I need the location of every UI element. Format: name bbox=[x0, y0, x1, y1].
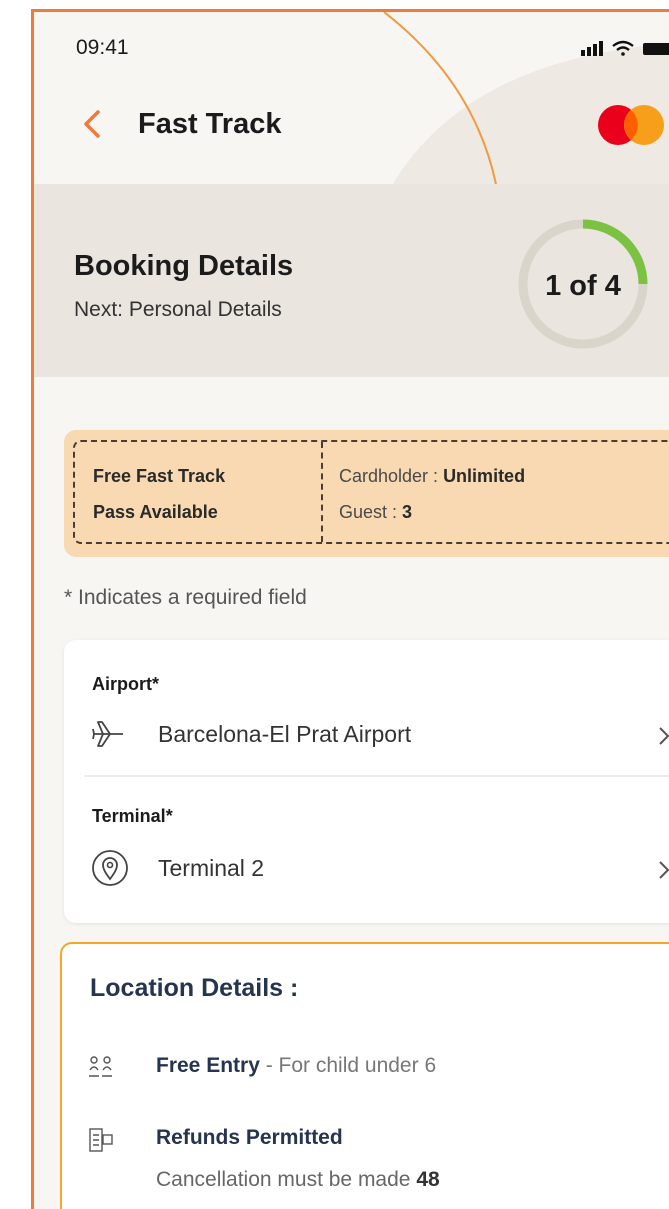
cancellation-text: Cancellation must be made bbox=[156, 1168, 417, 1191]
field-divider bbox=[84, 775, 669, 777]
required-field-note: * Indicates a required field bbox=[64, 586, 307, 609]
phone-screen: 09:41 Fast Track Booking Details Next: P… bbox=[31, 9, 669, 1209]
status-icons bbox=[581, 40, 669, 56]
battery-icon bbox=[643, 43, 669, 55]
free-entry-row: Free Entry - For child under 6 bbox=[156, 1054, 436, 1078]
guest-label: Guest : bbox=[339, 502, 403, 522]
plane-icon bbox=[92, 721, 123, 747]
back-arrow-icon[interactable] bbox=[78, 104, 108, 144]
refund-icon bbox=[89, 1128, 113, 1152]
chevron-right-icon bbox=[659, 727, 669, 745]
terminal-label: Terminal* bbox=[92, 806, 173, 826]
cancellation-value: 48 bbox=[416, 1168, 440, 1191]
guest-row: Guest : 3 bbox=[339, 494, 525, 530]
free-entry-note: - For child under 6 bbox=[259, 1054, 437, 1077]
free-entry-label: Free Entry bbox=[156, 1054, 260, 1077]
free-pass-banner: Free Fast Track Pass Available Cardholde… bbox=[64, 430, 669, 557]
terminal-value: Terminal 2 bbox=[158, 855, 265, 881]
pass-line2: Pass Available bbox=[93, 502, 218, 522]
pass-availability: Free Fast Track Pass Available bbox=[93, 458, 303, 530]
status-time: 09:41 bbox=[76, 36, 129, 59]
cancellation-note: Cancellation must be made 48 bbox=[156, 1168, 440, 1192]
pass-dashed-box: Free Fast Track Pass Available Cardholde… bbox=[73, 440, 669, 544]
pass-divider bbox=[321, 442, 323, 542]
family-icon bbox=[89, 1056, 112, 1077]
signal-icon bbox=[581, 41, 603, 56]
header-bar: Fast Track bbox=[34, 102, 669, 158]
step-label: 1 of 4 bbox=[545, 270, 621, 302]
step-progress-ring: 1 of 4 bbox=[518, 219, 648, 349]
location-pin-icon bbox=[92, 850, 128, 886]
guest-value: 3 bbox=[402, 502, 413, 522]
airport-value: Barcelona-El Prat Airport bbox=[158, 721, 412, 747]
location-title: Location Details : bbox=[90, 974, 299, 1002]
booking-title: Booking Details bbox=[74, 250, 294, 282]
chevron-right-icon bbox=[659, 861, 669, 879]
pass-allowance: Cardholder : Unlimited Guest : 3 bbox=[339, 458, 525, 530]
refunds-label: Refunds Permitted bbox=[156, 1126, 343, 1149]
booking-summary: Booking Details Next: Personal Details 1… bbox=[34, 184, 669, 377]
pass-line1: Free Fast Track bbox=[93, 466, 226, 486]
next-step-label: Next: Personal Details bbox=[74, 298, 282, 321]
wifi-icon bbox=[612, 40, 634, 56]
cardholder-value: Unlimited bbox=[443, 466, 526, 486]
airport-label: Airport* bbox=[92, 674, 159, 694]
location-details-card: Location Details : Free Entry - For chil… bbox=[60, 942, 669, 1209]
cardholder-label: Cardholder : bbox=[339, 466, 444, 486]
cardholder-row: Cardholder : Unlimited bbox=[339, 458, 525, 494]
booking-form-card: Airport* Barcelona-El Prat Airport Termi… bbox=[64, 640, 669, 923]
page-title: Fast Track bbox=[138, 108, 282, 140]
mastercard-logo bbox=[598, 105, 664, 145]
